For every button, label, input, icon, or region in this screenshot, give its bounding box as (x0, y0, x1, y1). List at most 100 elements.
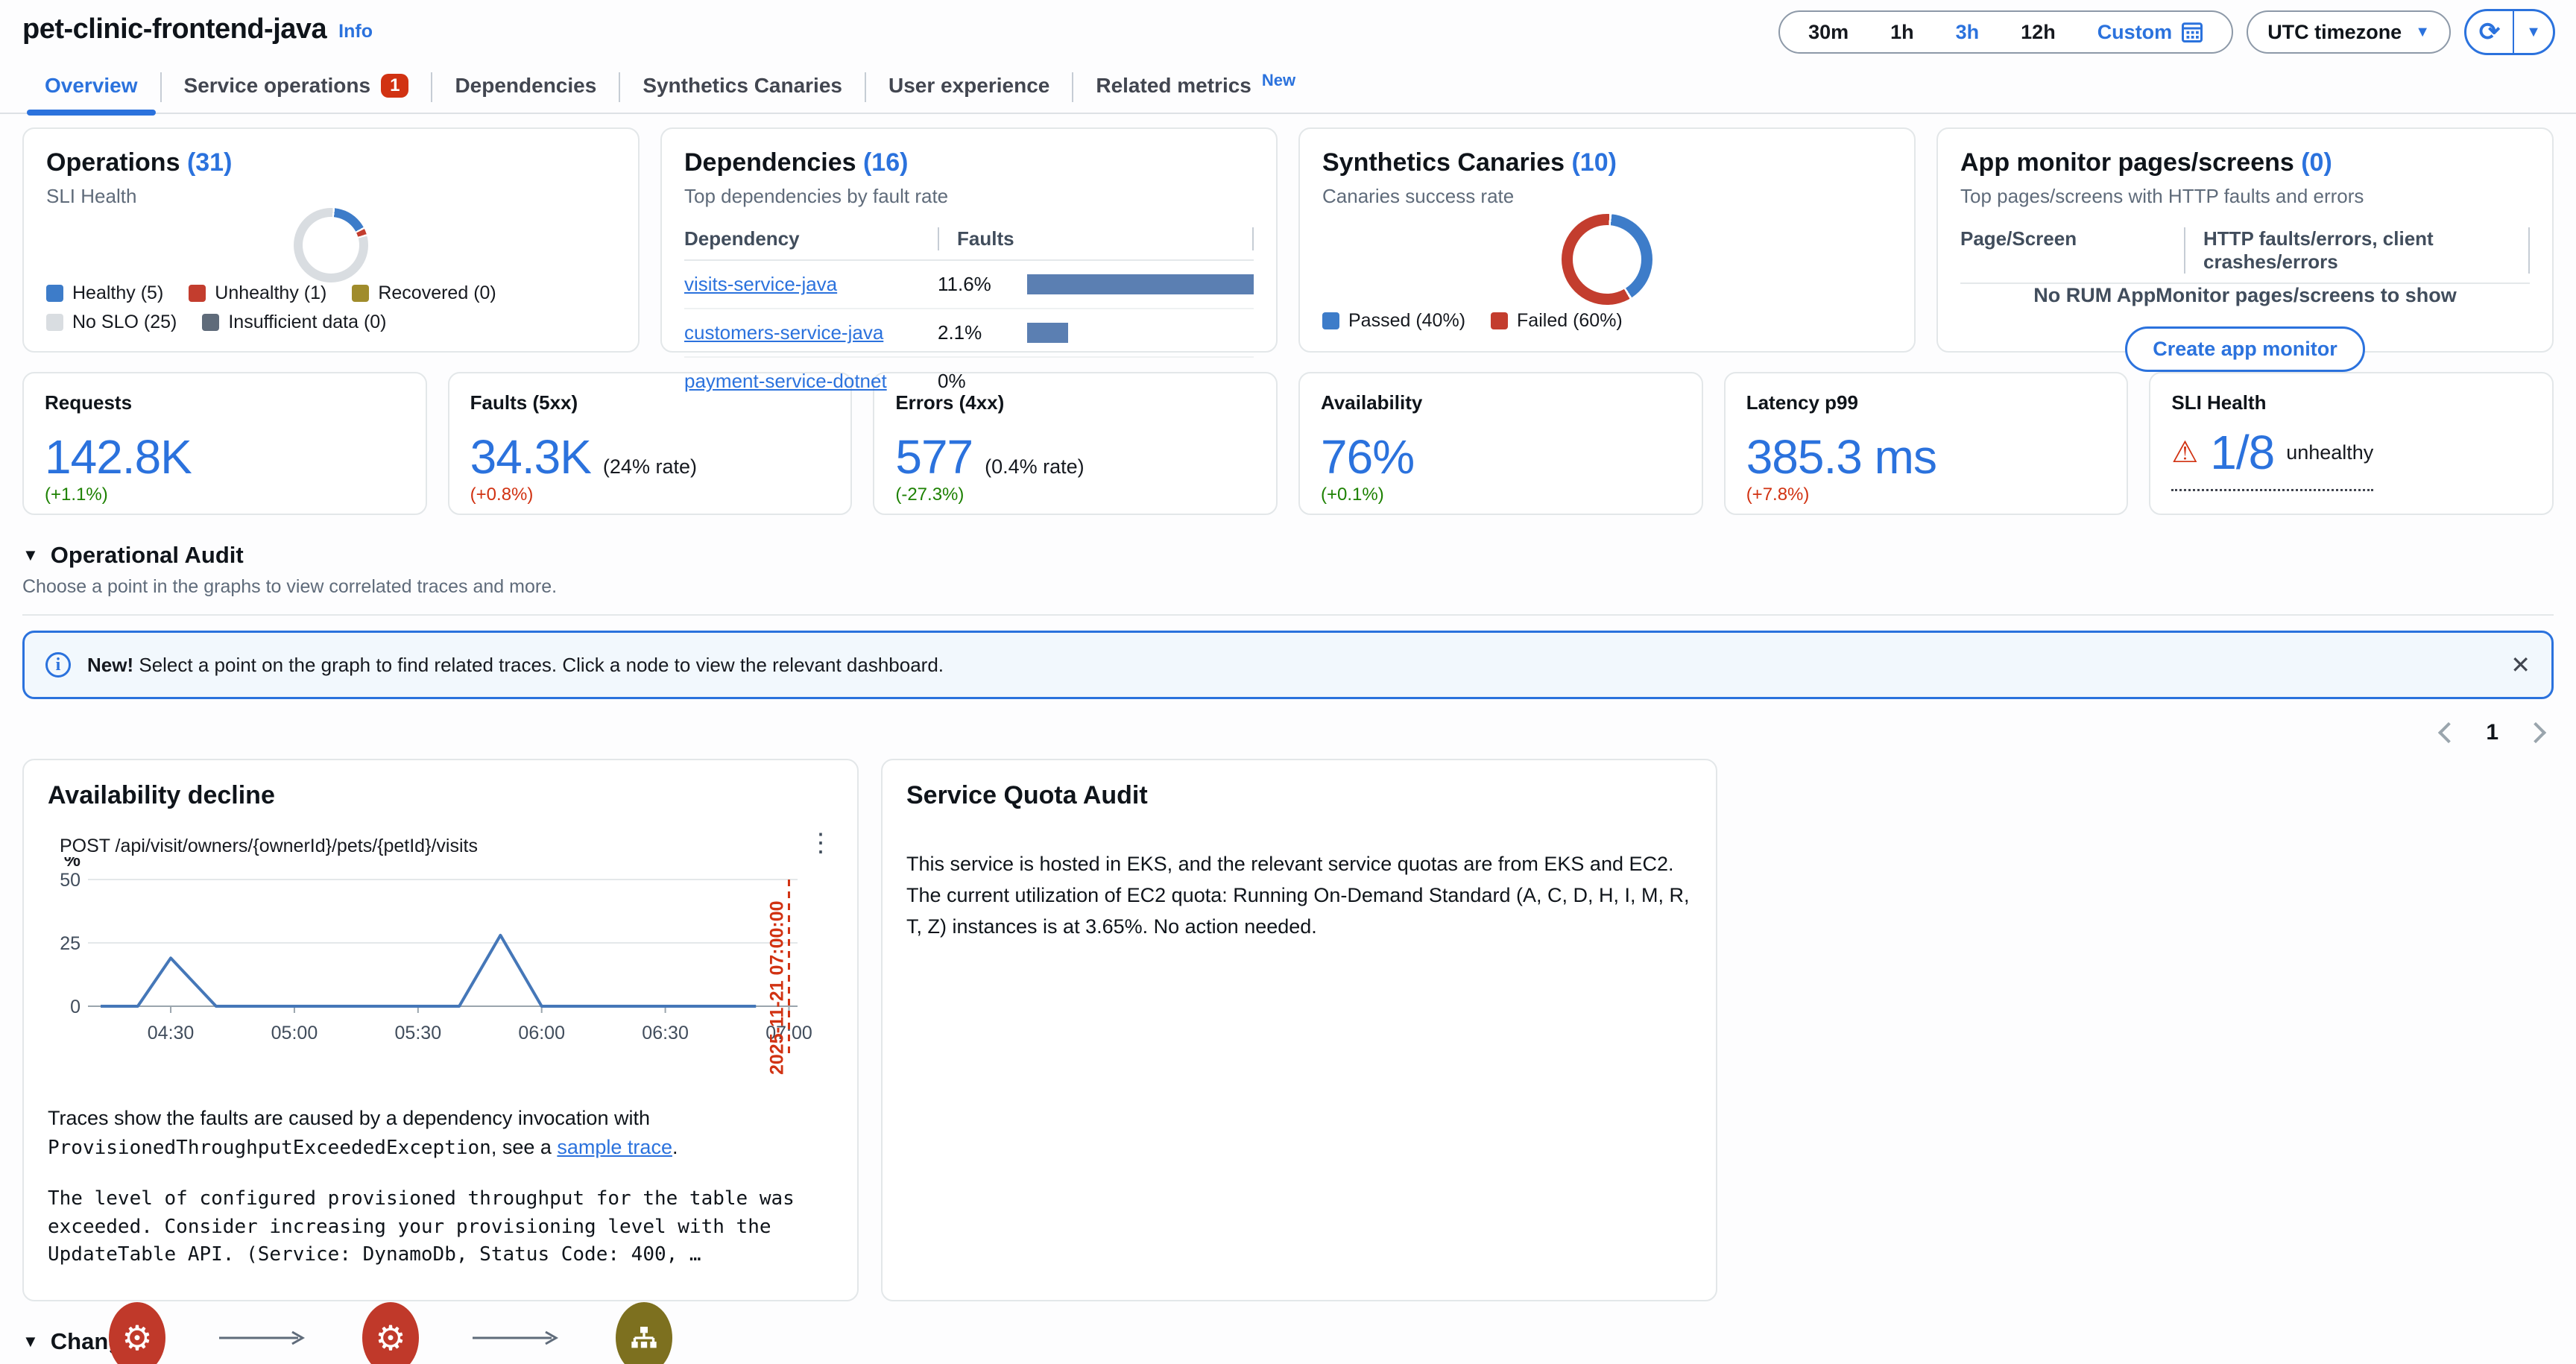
empty-state-text: No RUM AppMonitor pages/screens to show (2033, 284, 2457, 307)
dependencies-table: Dependency Faults visits-service-java 11… (684, 227, 1254, 405)
close-icon[interactable]: ✕ (2510, 651, 2531, 679)
service-map: ⚙ pet-clinic-frontend… Service ⚙ visits-… (48, 1302, 833, 1364)
dependency-link[interactable]: visits-service-java (684, 273, 938, 296)
operations-subtitle: SLI Health (46, 185, 616, 208)
dependencies-title: Dependencies (684, 148, 856, 177)
col-faults: Faults (957, 227, 1252, 250)
summary-cards-row: Operations (31) SLI Health Healthy (5) U… (0, 114, 2576, 353)
tab-related-metrics[interactable]: Related metrics New (1073, 62, 1318, 113)
sli-health-value: 1/8 (2210, 425, 2274, 480)
synthetics-canaries-card: Synthetics Canaries (10) Canaries succes… (1298, 127, 1916, 353)
svg-text:25: 25 (60, 933, 80, 954)
service-map-node: DynamoDB AWS::Resource (562, 1302, 726, 1364)
collapse-triangle-icon: ▼ (22, 546, 39, 565)
legend-item-failed[interactable]: Failed (60%) (1491, 310, 1623, 332)
timezone-select[interactable]: UTC timezone ▼ (2247, 10, 2451, 54)
time-range-3h[interactable]: 3h (1935, 21, 2001, 44)
tab-bar: Overview Service operations 1 Dependenci… (0, 62, 2576, 114)
time-range-30m[interactable]: 30m (1787, 21, 1869, 44)
time-range-12h[interactable]: 12h (2000, 21, 2077, 44)
legend-item-no-slo[interactable]: No SLO (25) (46, 312, 177, 333)
metrics-row: Requests 142.8K (+1.1%) Faults (5xx) 34.… (0, 353, 2576, 515)
refresh-split-button: ⟳ ▼ (2464, 9, 2555, 55)
legend-item-healthy[interactable]: Healthy (5) (46, 282, 163, 304)
svg-text:05:00: 05:00 (271, 1023, 318, 1043)
synthetics-subtitle: Canaries success rate (1322, 185, 1892, 208)
app-monitor-card: App monitor pages/screens (0) Top pages/… (1936, 127, 2554, 353)
svg-text:%: % (64, 857, 80, 871)
service-map-node: ⚙ pet-clinic-frontend… Service (55, 1302, 219, 1364)
resource-node[interactable] (616, 1302, 672, 1364)
col-http-faults: HTTP faults/errors, client crashes/error… (2203, 227, 2528, 274)
operations-legend: Healthy (5) Unhealthy (1) Recovered (0) … (46, 282, 616, 333)
tab-user-experience[interactable]: User experience (866, 62, 1072, 113)
edge-arrow (473, 1330, 562, 1345)
app-monitor-count-link[interactable]: (0) (2301, 148, 2332, 177)
previous-page-button[interactable] (2438, 722, 2459, 743)
legend-item-passed[interactable]: Passed (40%) (1322, 310, 1465, 332)
refresh-options-button[interactable]: ▼ (2514, 11, 2553, 53)
time-range-1h[interactable]: 1h (1869, 21, 1935, 44)
svg-text:50: 50 (60, 870, 80, 891)
availability-decline-card: Availability decline POST /api/visit/own… (22, 759, 859, 1301)
tab-synthetics-canaries[interactable]: Synthetics Canaries (620, 62, 865, 113)
exception-code: ProvisionedThroughputExceededException (48, 1137, 491, 1159)
sli-health-metric-card: SLI Health ⚠ 1/8 unhealthy (2149, 372, 2554, 515)
svg-text:2025-11-21 07:00:00: 2025-11-21 07:00:00 (766, 900, 787, 1075)
faults-delta: (+0.8%) (470, 484, 830, 505)
dependencies-card: Dependencies (16) Top dependencies by fa… (660, 127, 1278, 353)
chart-operation-label: POST /api/visit/owners/{ownerId}/pets/{p… (48, 836, 478, 857)
next-page-button[interactable] (2525, 722, 2546, 743)
legend-item-recovered[interactable]: Recovered (0) (352, 282, 496, 304)
dependency-link[interactable]: payment-service-dotnet (684, 370, 938, 393)
table-row: customers-service-java 2.1% (684, 309, 1254, 358)
time-range-picker: 30m 1h 3h 12h Custom (1778, 10, 2233, 54)
page-title: pet-clinic-frontend-java (22, 13, 326, 45)
svg-text:06:30: 06:30 (642, 1023, 689, 1043)
requests-delta: (+1.1%) (45, 484, 405, 505)
synthetics-legend: Passed (40%) Failed (60%) (1322, 310, 1892, 332)
refresh-button[interactable]: ⟳ (2466, 11, 2514, 53)
refresh-icon: ⟳ (2479, 17, 2501, 47)
sample-trace-link[interactable]: sample trace (557, 1136, 672, 1158)
dependencies-subtitle: Top dependencies by fault rate (684, 185, 1254, 208)
app-monitor-table: Page/Screen HTTP faults/errors, client c… (1960, 227, 2530, 284)
dependencies-count-link[interactable]: (16) (863, 148, 908, 177)
create-app-monitor-button[interactable]: Create app monitor (2125, 326, 2365, 372)
page-number[interactable]: 1 (2486, 720, 2498, 745)
synthetics-count-link[interactable]: (10) (1571, 148, 1616, 177)
svg-text:04:30: 04:30 (148, 1023, 195, 1043)
dependency-link[interactable]: customers-service-java (684, 321, 938, 344)
operations-count-link[interactable]: (31) (187, 148, 232, 177)
availability-metric-card: Availability 76% (+0.1%) (1298, 372, 1703, 515)
availability-chart[interactable]: 50250%04:3005:0005:3006:0006:3007:002025… (48, 857, 835, 1081)
col-page-screen: Page/Screen (1960, 227, 2184, 274)
chevron-down-icon: ▼ (2526, 24, 2541, 41)
sli-health-donut-chart[interactable] (294, 208, 368, 282)
service-node[interactable]: ⚙ (109, 1302, 165, 1364)
service-quota-audit-card: Service Quota Audit This service is host… (881, 759, 1717, 1301)
time-range-custom[interactable]: Custom (2077, 21, 2225, 44)
service-quota-body: This service is hosted in EKS, and the r… (906, 849, 1692, 943)
sli-health-value-group[interactable]: ⚠ 1/8 unhealthy (2171, 425, 2373, 491)
app-monitor-subtitle: Top pages/screens with HTTP faults and e… (1960, 185, 2530, 208)
service-node[interactable]: ⚙ (362, 1302, 419, 1364)
edge-arrow (219, 1330, 309, 1345)
kebab-menu-icon[interactable]: ⋮ (808, 836, 833, 850)
new-badge: New (1262, 71, 1295, 90)
legend-item-insufficient-data[interactable]: Insufficient data (0) (202, 312, 386, 333)
info-link[interactable]: Info (338, 21, 373, 42)
svg-text:0: 0 (70, 997, 80, 1017)
tab-service-operations[interactable]: Service operations 1 (162, 62, 432, 113)
tab-dependencies[interactable]: Dependencies (432, 62, 619, 113)
operational-audit-toggle[interactable]: ▼ Operational Audit (22, 542, 2554, 569)
requests-metric-card: Requests 142.8K (+1.1%) (22, 372, 427, 515)
app-monitor-title: App monitor pages/screens (1960, 148, 2294, 177)
legend-item-unhealthy[interactable]: Unhealthy (1) (189, 282, 326, 304)
operations-title: Operations (46, 148, 180, 177)
canaries-donut-chart[interactable] (1562, 214, 1652, 305)
col-dependency: Dependency (684, 227, 938, 250)
alert-count-badge: 1 (381, 74, 408, 98)
throughput-detail-text: The level of configured provisioned thro… (48, 1185, 833, 1269)
tab-overview[interactable]: Overview (22, 62, 160, 113)
